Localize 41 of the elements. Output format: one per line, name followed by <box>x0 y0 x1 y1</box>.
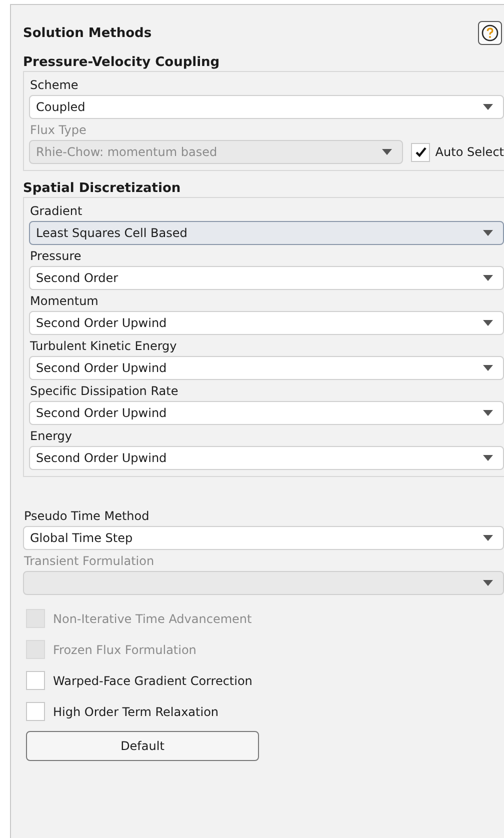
caret-icon <box>382 149 392 155</box>
dropdown[interactable]: Second Order Upwind <box>29 356 504 380</box>
checkbox-label: Warped-Face Gradient Correction <box>53 674 252 688</box>
checkbox[interactable] <box>26 702 45 721</box>
dropdown[interactable]: Second Order <box>29 266 504 290</box>
field-label: Pressure <box>29 248 82 265</box>
help-icon <box>481 24 499 42</box>
checkbox[interactable] <box>26 671 45 690</box>
checkbox-label: Frozen Flux Formulation <box>53 642 196 656</box>
caret-icon <box>483 104 493 110</box>
caret-icon <box>483 230 493 236</box>
dropdown[interactable]: Second Order Upwind <box>29 446 504 470</box>
caret-icon <box>483 365 493 371</box>
dropdown[interactable]: Second Order Upwind <box>29 311 504 335</box>
field-label: Gradient <box>29 203 84 220</box>
field-label: Pseudo Time Method <box>23 508 150 525</box>
check-icon <box>414 145 428 159</box>
dropdown[interactable]: Second Order Upwind <box>29 401 504 425</box>
checkbox-label: Non-Iterative Time Advancement <box>53 612 252 626</box>
checkbox-label: High Order Term Relaxation <box>53 704 219 718</box>
field-label: Scheme <box>29 77 80 94</box>
dropdown[interactable]: Global Time Step <box>23 526 504 550</box>
group-title: Pressure-Velocity Coupling <box>23 55 221 70</box>
caret-icon <box>483 410 493 416</box>
caret-icon <box>483 455 493 461</box>
dropdown[interactable]: Least Squares Cell Based <box>29 221 504 245</box>
field-label: Flux Type <box>29 122 88 139</box>
caret-icon <box>483 535 493 541</box>
caret-icon <box>483 320 493 326</box>
caret-icon <box>483 580 493 586</box>
group-title: Spatial Discretization <box>23 181 182 196</box>
field-label: Momentum <box>29 293 100 310</box>
field-label: Turbulent Kinetic Energy <box>29 338 178 355</box>
default-button[interactable]: Default <box>26 731 259 761</box>
dropdown[interactable]: Coupled <box>29 95 504 119</box>
field-label: Transient Formulation <box>23 553 156 570</box>
help-button[interactable] <box>478 21 502 45</box>
caret-icon <box>483 275 493 281</box>
panel-title: Solution Methods <box>23 26 152 40</box>
field-label: Energy <box>29 428 74 445</box>
field-label: Specific Dissipation Rate <box>29 383 180 400</box>
